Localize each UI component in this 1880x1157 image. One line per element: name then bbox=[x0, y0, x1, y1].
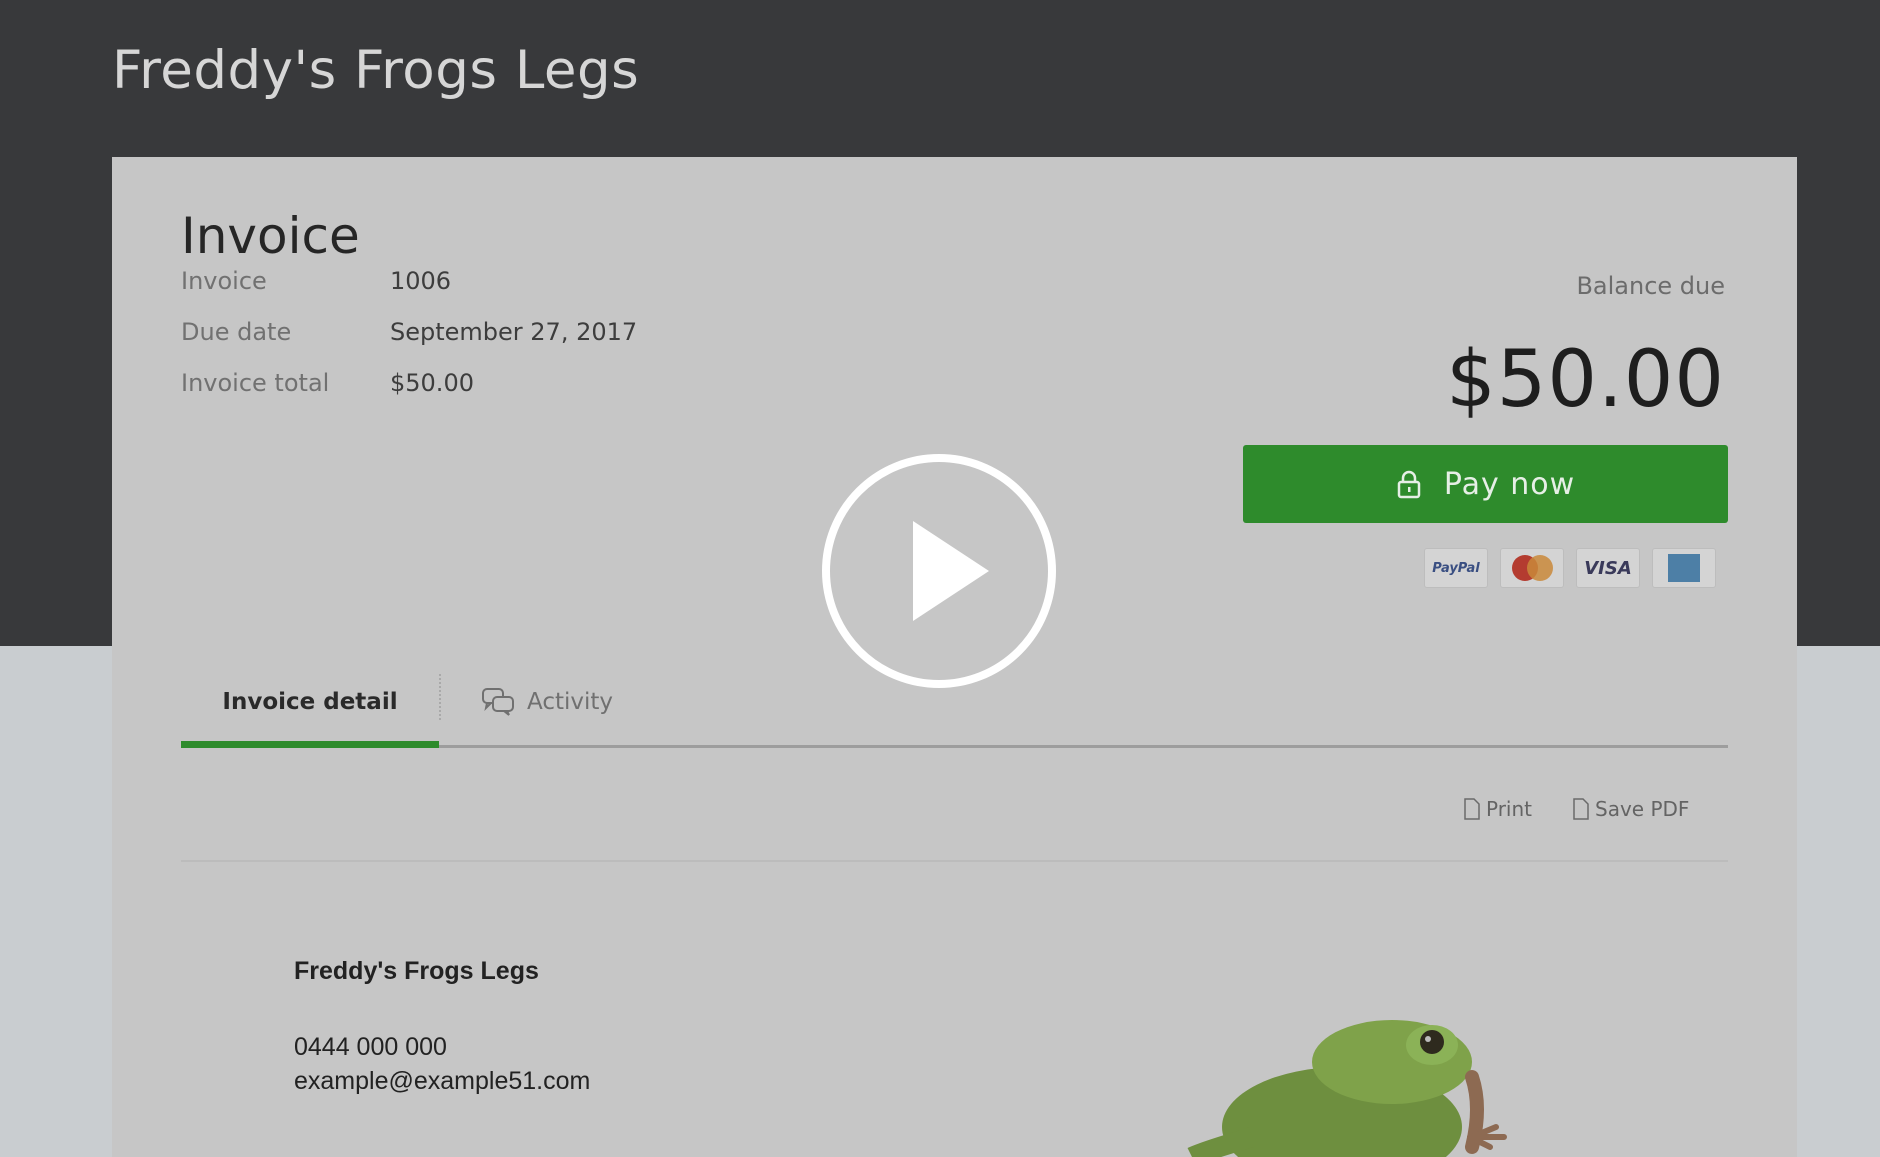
amex-logo bbox=[1652, 548, 1716, 588]
balance-due-amount: $50.00 bbox=[1446, 335, 1725, 425]
frog-logo-image bbox=[1187, 1020, 1507, 1157]
tab-separator bbox=[439, 674, 441, 720]
visa-logo: VISA bbox=[1576, 548, 1640, 588]
lock-icon bbox=[1396, 469, 1422, 499]
save-pdf-label: Save PDF bbox=[1595, 797, 1690, 821]
balance-due-label: Balance due bbox=[1576, 272, 1725, 300]
print-button[interactable]: Print bbox=[1464, 797, 1532, 821]
payment-methods: PayPal VISA bbox=[1424, 548, 1716, 588]
paypal-logo: PayPal bbox=[1424, 548, 1488, 588]
play-icon[interactable] bbox=[821, 453, 1057, 689]
tab-activity[interactable]: Activity bbox=[481, 657, 613, 747]
invoice-number-label: Invoice bbox=[181, 267, 267, 295]
invoice-total-value: $50.00 bbox=[390, 369, 474, 397]
due-date-label: Due date bbox=[181, 318, 292, 346]
invoice-number-value: 1006 bbox=[390, 267, 452, 295]
tab-invoice-detail-label: Invoice detail bbox=[222, 689, 398, 715]
print-label: Print bbox=[1486, 797, 1533, 821]
pay-now-label: Pay now bbox=[1443, 466, 1576, 502]
tab-activity-label: Activity bbox=[527, 689, 614, 715]
mastercard-logo bbox=[1500, 548, 1564, 588]
invoice-total-label: Invoice total bbox=[181, 369, 330, 397]
invoice-heading: Invoice bbox=[181, 207, 360, 265]
active-tab-indicator bbox=[181, 741, 439, 748]
business-phone: 0444 000 000 bbox=[294, 1033, 447, 1061]
save-pdf-button[interactable]: Save PDF bbox=[1573, 797, 1689, 821]
business-name: Freddy's Frogs Legs bbox=[294, 957, 539, 985]
content-divider bbox=[181, 860, 1728, 862]
business-email: example@example51.com bbox=[294, 1067, 591, 1095]
tab-invoice-detail[interactable]: Invoice detail bbox=[181, 657, 439, 747]
document-icon bbox=[1464, 798, 1480, 820]
pay-now-button[interactable]: Pay now bbox=[1243, 445, 1728, 523]
company-title: Freddy's Frogs Legs bbox=[112, 40, 640, 101]
due-date-value: September 27, 2017 bbox=[390, 318, 638, 346]
chat-icon bbox=[481, 687, 517, 717]
document-icon bbox=[1573, 798, 1589, 820]
